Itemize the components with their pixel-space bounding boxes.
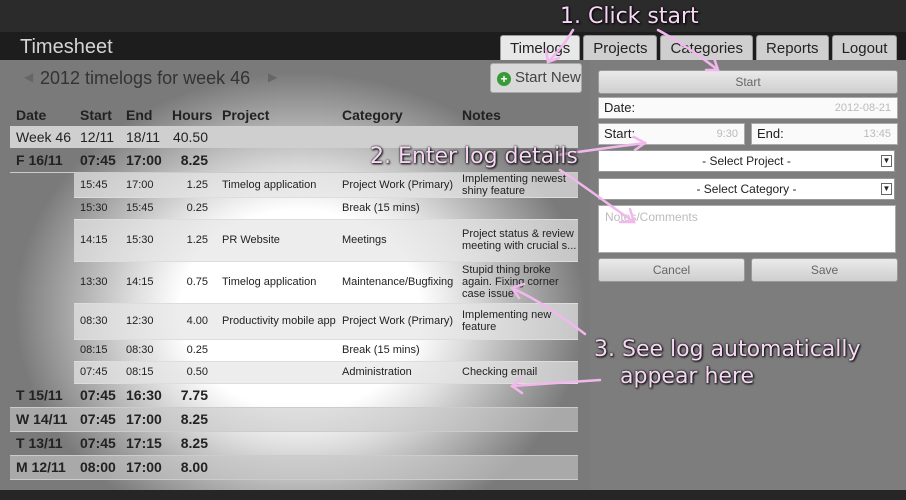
callout-step3-line1: 3. See log automatically [594,337,861,362]
callout-step3-line2: appear here [620,364,755,389]
arrow-to-start-new [546,28,575,64]
arrow-to-new-log [510,286,587,336]
arrow-to-start-button [656,28,720,72]
callout-arrows [509,28,720,395]
callout-step1: 1. Click start [560,4,699,29]
callout-step2: 2. Enter log details [370,144,578,169]
arrow-to-notes [558,168,636,224]
arrow-to-email-log [510,378,602,388]
